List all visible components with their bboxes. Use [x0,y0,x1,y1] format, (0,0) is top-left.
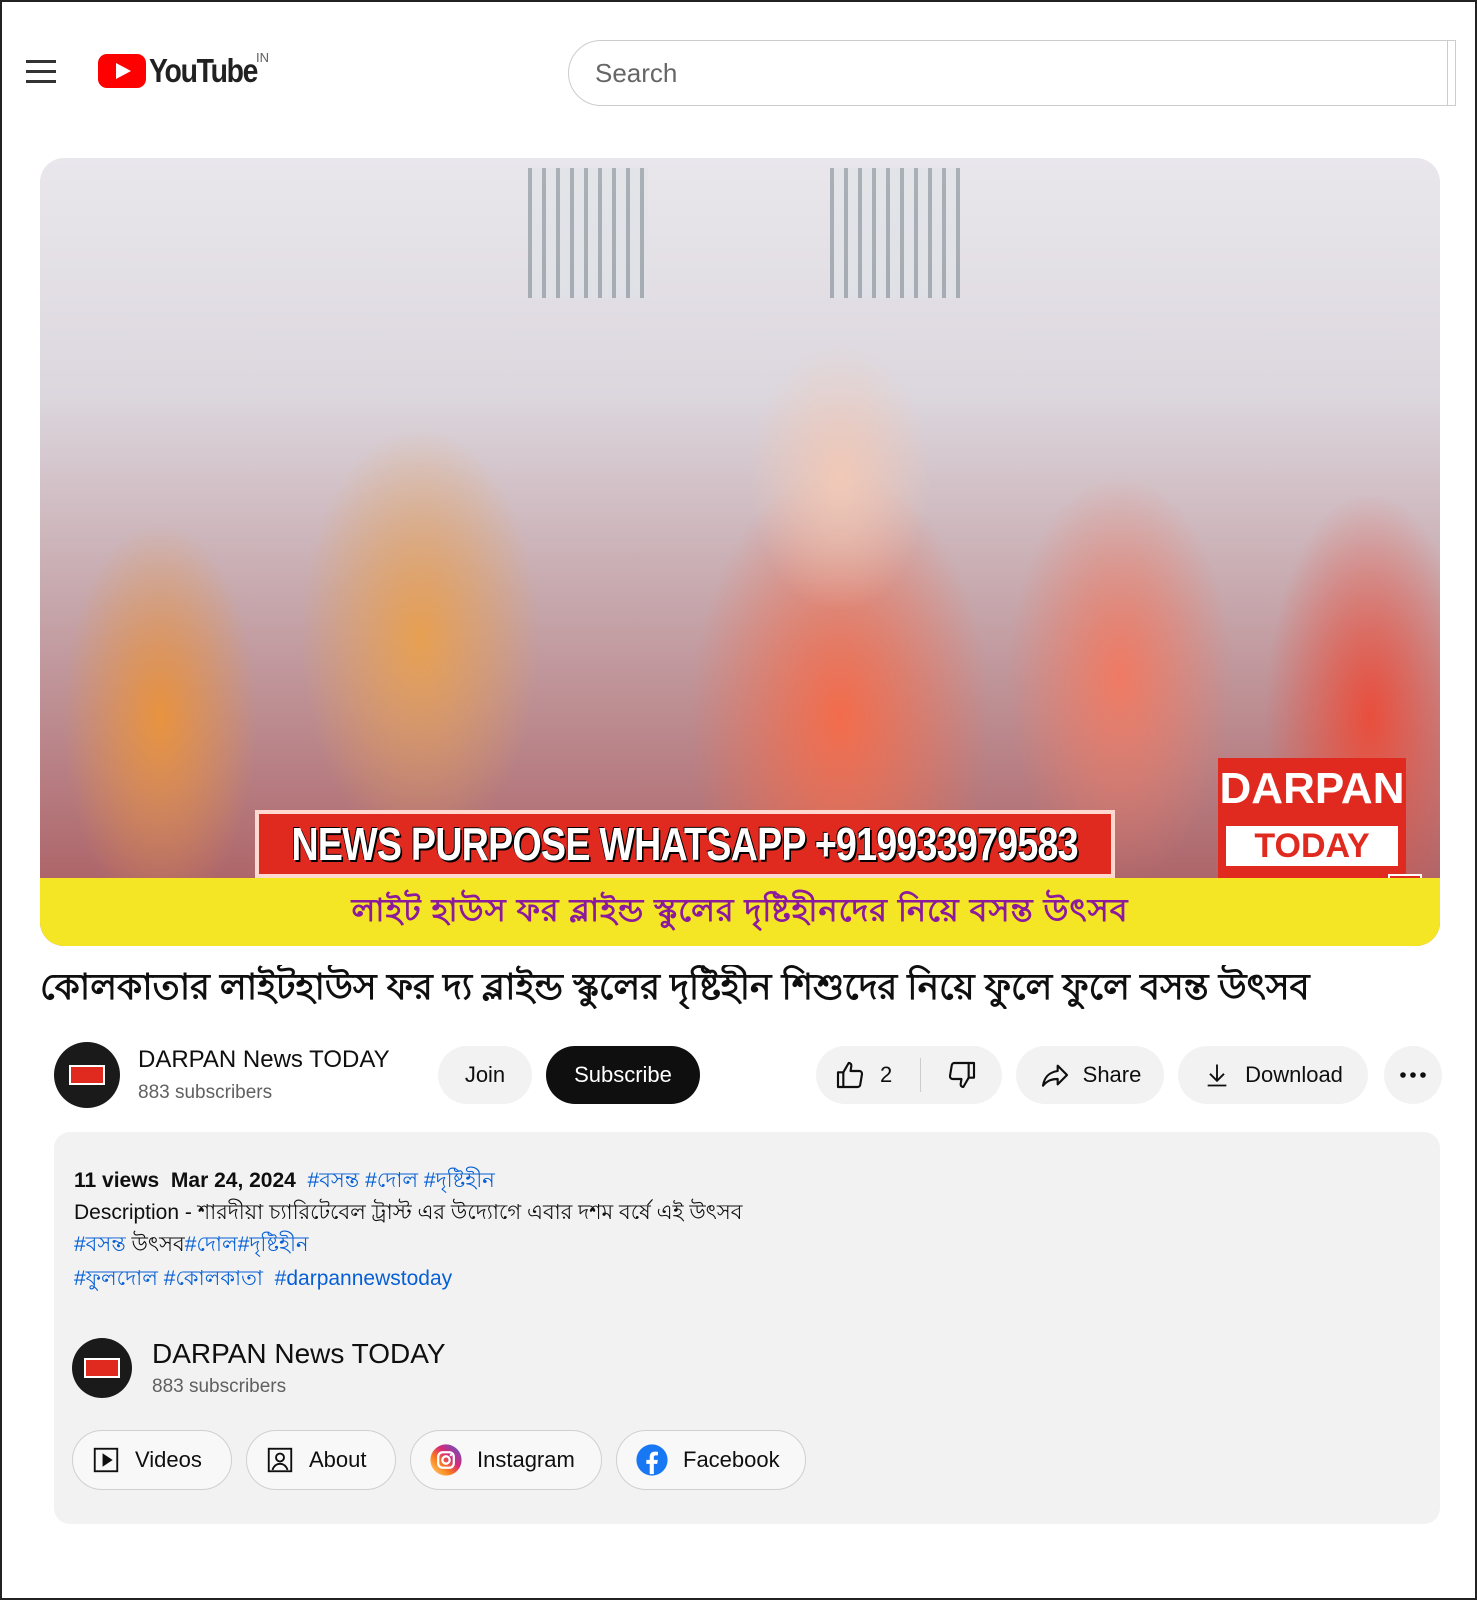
video-player[interactable]: NEWS PURPOSE WHATSAPP +919933979583 DARP… [40,158,1440,946]
thumbs-down-icon [946,1059,978,1091]
description-channel-avatar[interactable] [72,1338,132,1398]
channel-avatar[interactable] [54,1042,120,1108]
thumbs-up-icon [834,1059,866,1091]
darpan-today-logo: DARPAN TODAY [1218,758,1406,878]
person-box-icon [265,1445,295,1475]
hashtag-link[interactable]: #ফুলদোল [74,1267,158,1290]
country-code: IN [256,50,269,65]
facebook-chip[interactable]: Facebook [616,1430,806,1490]
description-hashtags: #বসন্ত উৎসব#দোল#দৃষ্টিহীন [74,1228,309,1263]
description-channel-name[interactable]: DARPAN News TODAY [152,1338,446,1370]
subscriber-count: 883 subscribers [138,1082,273,1103]
hashtag-link[interactable]: #দোল [365,1169,418,1192]
hashtag-link[interactable]: #দৃষ্টিহীন [238,1233,309,1256]
youtube-logo[interactable]: YouTube [98,52,275,90]
play-square-icon [91,1445,121,1475]
description-meta: 11 views Mar 24, 2024 #বসন্ত #দোল #দৃষ্ট… [74,1164,495,1199]
like-count: 2 [880,1062,893,1087]
whatsapp-banner: NEWS PURPOSE WHATSAPP +919933979583 [255,810,1115,878]
hashtag-link[interactable]: #বসন্ত [74,1233,126,1256]
more-actions-button[interactable] [1384,1046,1442,1104]
videos-chip-label: Videos [135,1447,202,1472]
description-text: Description - শারদীয়া চ্যারিটেবেল ট্রাস… [74,1201,743,1224]
download-icon [1203,1061,1231,1089]
description-channel-subs: 883 subscribers [152,1376,287,1397]
about-chip-label: About [309,1447,367,1472]
hashtag-link[interactable]: #darpannewstoday [275,1267,452,1290]
instagram-chip-label: Instagram [477,1447,575,1472]
logo-text: YouTube [149,52,258,89]
hashtag-text: উৎসব [125,1233,185,1256]
share-label: Share [1082,1062,1142,1087]
instagram-icon [429,1443,463,1477]
search-input[interactable] [595,57,1455,89]
dislike-button[interactable] [921,1046,1002,1104]
hashtag-link[interactable]: #বসন্ত [308,1169,360,1192]
upload-date: Mar 24, 2024 [170,1169,296,1192]
search-box[interactable] [568,40,1456,106]
more-horizontal-icon [1399,1071,1427,1079]
subscribe-button[interactable]: Subscribe [546,1046,700,1104]
view-count: 11 views [74,1169,160,1192]
description-hashtags-2: #ফুলদোল #কোলকাতা #darpannewstoday [74,1262,452,1297]
menu-icon[interactable] [24,58,58,86]
about-chip[interactable]: About [246,1430,396,1490]
background-window [830,168,960,298]
facebook-icon [635,1443,669,1477]
channel-name[interactable]: DARPAN News TODAY [138,1046,390,1074]
like-button[interactable]: 2 [816,1046,920,1104]
like-dislike-group: 2 [816,1046,1002,1104]
youtube-play-icon [98,54,146,88]
share-button[interactable]: Share [1016,1046,1164,1104]
hashtag-link[interactable]: #দোল [185,1233,238,1256]
join-button[interactable]: Join [438,1046,532,1104]
share-icon [1039,1059,1071,1091]
download-button[interactable]: Download [1178,1046,1368,1104]
download-label: Download [1245,1062,1343,1087]
instagram-chip[interactable]: Instagram [410,1430,602,1490]
hashtag-link[interactable]: #দৃষ্টিহীন [424,1169,495,1192]
video-title: কোলকাতার লাইটহাউস ফর দ্য ব্লাইন্ড স্কুলে… [40,966,1310,1007]
search-divider [1447,41,1455,105]
description-box[interactable]: 11 views Mar 24, 2024 #বসন্ত #দোল #দৃষ্ট… [54,1132,1440,1524]
videos-chip[interactable]: Videos [72,1430,232,1490]
facebook-chip-label: Facebook [683,1447,780,1472]
news-ticker: লাইট হাউস ফর ব্লাইন্ড স্কুলের দৃষ্টিহীনদ… [40,878,1440,946]
hashtag-link[interactable]: #কোলকাতা [164,1267,263,1290]
background-window [528,168,648,298]
